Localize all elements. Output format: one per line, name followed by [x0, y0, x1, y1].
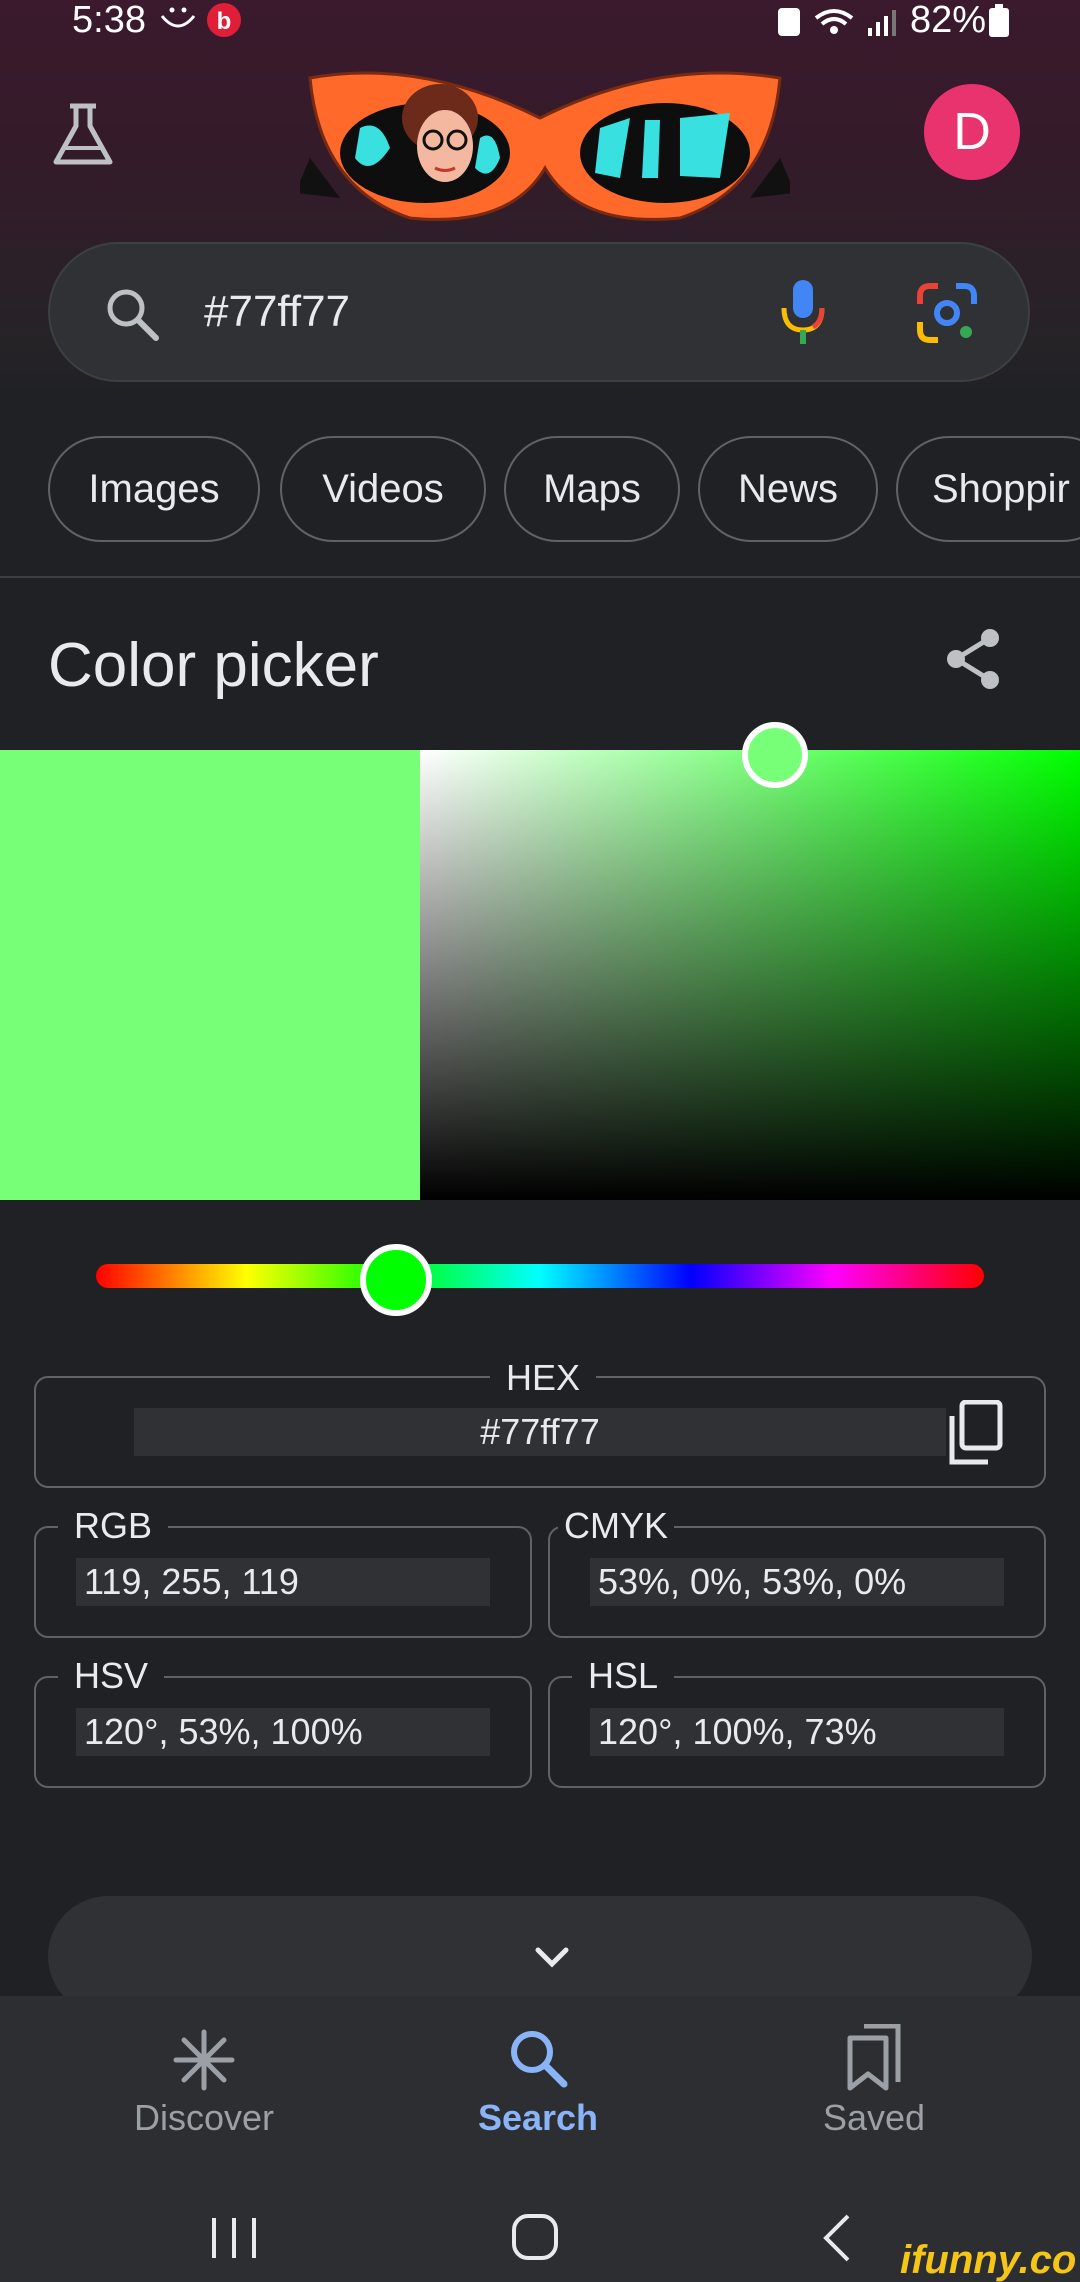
cmyk-value[interactable]: 53%, 0%, 53%, 0%: [590, 1558, 1004, 1606]
search-icon: [511, 2031, 568, 2088]
hsv-label: HSV: [58, 1656, 165, 1696]
account-avatar[interactable]: D: [924, 84, 1020, 180]
hex-label: HEX: [490, 1358, 597, 1398]
google-doodle-logo[interactable]: [300, 58, 790, 238]
chip-images[interactable]: Images: [48, 436, 260, 542]
back-icon[interactable]: [818, 2212, 858, 2264]
battery-percent: 82%: [910, 0, 987, 41]
divider: [0, 576, 1080, 578]
microphone-icon[interactable]: [778, 278, 828, 348]
chip-maps[interactable]: Maps: [504, 436, 680, 542]
battery-icon: [989, 4, 1009, 37]
watermark: ifunny.co: [900, 2238, 1077, 2282]
status-notification-icons: b: [160, 2, 250, 51]
hue-slider-handle[interactable]: [360, 1244, 432, 1316]
search-query-text[interactable]: #77ff77: [204, 282, 350, 342]
color-preview-swatch: [0, 750, 420, 1200]
asterisk-icon: [173, 2029, 235, 2091]
wifi-icon: [814, 8, 854, 34]
nav-discover-label: Discover: [133, 2097, 275, 2138]
svg-text:b: b: [217, 8, 232, 35]
labs-flask-icon[interactable]: [48, 100, 118, 170]
color-picker-title: Color picker: [48, 631, 379, 700]
rgb-label: RGB: [58, 1506, 169, 1546]
hex-value[interactable]: #77ff77: [134, 1408, 946, 1456]
nav-discover[interactable]: Discover: [84, 2020, 324, 2160]
battery-saver-icon: [778, 7, 800, 36]
search-icon: [107, 289, 159, 341]
hsv-value[interactable]: 120°, 53%, 100%: [76, 1708, 490, 1756]
google-lens-icon[interactable]: [916, 282, 978, 344]
nav-search-label: Search: [477, 2097, 599, 2138]
hue-slider[interactable]: [96, 1264, 984, 1288]
beats-icon: b: [207, 3, 241, 37]
cmyk-label: CMYK: [558, 1506, 675, 1546]
chip-news[interactable]: News: [698, 436, 878, 542]
saturation-value-handle[interactable]: [742, 722, 808, 788]
hsl-label: HSL: [572, 1656, 675, 1696]
status-time: 5:38: [72, 0, 146, 41]
home-icon[interactable]: [510, 2212, 560, 2262]
share-icon[interactable]: [938, 624, 1008, 694]
bookmarks-icon: [847, 2024, 901, 2091]
rgb-value[interactable]: 119, 255, 119: [76, 1558, 490, 1606]
saturation-value-area[interactable]: [420, 750, 1080, 1200]
hsl-value[interactable]: 120°, 100%, 73%: [590, 1708, 1004, 1756]
smiley-icon: [160, 7, 196, 28]
recent-apps-icon[interactable]: [208, 2214, 260, 2262]
status-right-group: 82%: [776, 0, 1016, 42]
chip-shopping[interactable]: Shoppir: [896, 436, 1080, 542]
search-box[interactable]: [48, 242, 1030, 382]
chevron-down-icon[interactable]: [530, 1942, 574, 1972]
copy-icon[interactable]: [946, 1400, 1004, 1466]
nav-saved-label: Saved: [822, 2097, 926, 2138]
nav-saved[interactable]: Saved: [754, 2020, 994, 2160]
signal-icon: [868, 9, 896, 36]
chip-videos[interactable]: Videos: [280, 436, 486, 542]
nav-search[interactable]: Search: [418, 2020, 658, 2160]
